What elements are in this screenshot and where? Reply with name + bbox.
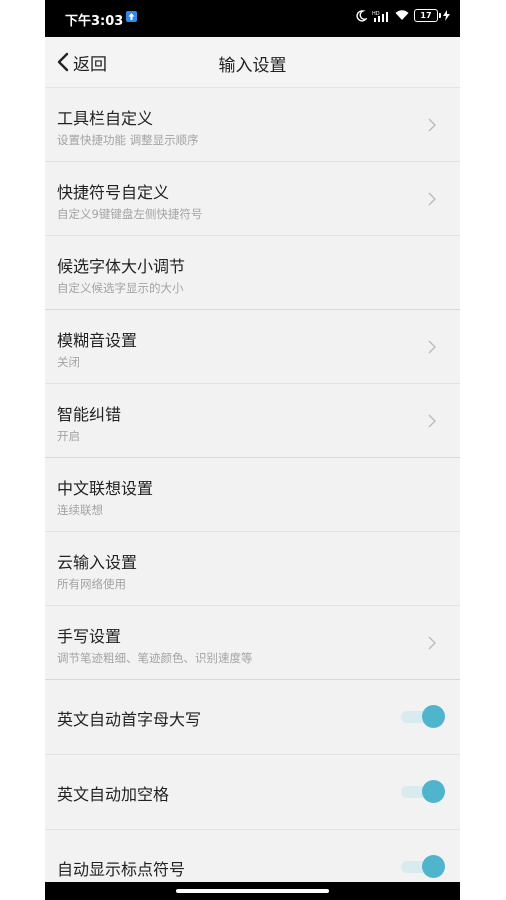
setting-title: 智能纠错 [57, 405, 122, 424]
setting-handwriting[interactable]: 手写设置 调节笔迹粗细、笔迹颜色、识别速度等 [45, 606, 460, 680]
home-indicator[interactable] [176, 889, 329, 893]
setting-subtitle: 设置快捷功能 调整显示顺序 [57, 133, 199, 147]
setting-shortcut-symbols[interactable]: 快捷符号自定义 自定义9键键盘左侧快捷符号 [45, 162, 460, 236]
setting-chinese-association[interactable]: 中文联想设置 连续联想 [45, 458, 460, 532]
back-label: 返回 [73, 54, 107, 75]
setting-title: 快捷符号自定义 [57, 183, 170, 202]
status-time: 下午3:03 [65, 14, 124, 29]
setting-subtitle: 关闭 [57, 355, 80, 369]
phone-screen: 下午3:03 HD 17 返回 输入设置 工具栏自定义 设置快捷功能 调整显示顺… [45, 0, 460, 900]
settings-list: 工具栏自定义 设置快捷功能 调整显示顺序 快捷符号自定义 自定义9键键盘左侧快捷… [45, 88, 460, 900]
setting-subtitle: 自定义9键键盘左侧快捷符号 [57, 207, 203, 221]
status-bar: 下午3:03 HD 17 [45, 0, 460, 37]
chevron-right-icon [428, 192, 436, 206]
back-button[interactable]: 返回 [57, 50, 107, 75]
page-title: 输入设置 [218, 56, 287, 76]
status-icons: HD 17 [356, 9, 450, 22]
auto-capitalize-toggle[interactable] [401, 705, 445, 729]
setting-title: 手写设置 [57, 627, 122, 646]
auto-punctuation-toggle[interactable] [401, 855, 445, 879]
setting-title: 工具栏自定义 [57, 109, 154, 128]
battery-icon: 17 [414, 9, 441, 22]
charging-icon [443, 10, 450, 21]
signal-icon: HD [372, 11, 388, 22]
toggle-knob [422, 855, 445, 878]
header-bar: 返回 输入设置 [45, 37, 460, 88]
setting-title: 云输入设置 [57, 553, 138, 572]
upload-notification-icon [126, 11, 137, 22]
toggle-knob [422, 780, 445, 803]
setting-subtitle: 调节笔迹粗细、笔迹颜色、识别速度等 [57, 651, 253, 665]
setting-title: 模糊音设置 [57, 331, 138, 350]
setting-smart-correction[interactable]: 智能纠错 开启 [45, 384, 460, 458]
auto-space-toggle[interactable] [401, 780, 445, 804]
setting-english-auto-space: 英文自动加空格 [45, 755, 460, 830]
chevron-right-icon [428, 340, 436, 354]
setting-toolbar-customize[interactable]: 工具栏自定义 设置快捷功能 调整显示顺序 [45, 88, 460, 162]
setting-subtitle: 所有网络使用 [57, 577, 126, 591]
setting-title: 中文联想设置 [57, 479, 154, 498]
setting-title: 英文自动加空格 [57, 785, 170, 804]
navigation-bar [45, 882, 460, 900]
setting-subtitle: 连续联想 [57, 503, 103, 517]
setting-title: 候选字体大小调节 [57, 257, 186, 276]
chevron-right-icon [428, 414, 436, 428]
setting-subtitle: 自定义候选字显示的大小 [57, 281, 184, 295]
chevron-right-icon [428, 118, 436, 132]
setting-english-auto-capitalize: 英文自动首字母大写 [45, 680, 460, 755]
setting-fuzzy-pinyin[interactable]: 模糊音设置 关闭 [45, 310, 460, 384]
toggle-knob [422, 705, 445, 728]
chevron-right-icon [428, 636, 436, 650]
setting-title: 英文自动首字母大写 [57, 710, 202, 729]
setting-candidate-font-size[interactable]: 候选字体大小调节 自定义候选字显示的大小 [45, 236, 460, 310]
battery-level: 17 [420, 11, 432, 20]
setting-title: 自动显示标点符号 [57, 860, 186, 879]
wifi-icon [395, 10, 409, 20]
moon-icon [356, 9, 367, 22]
chevron-left-icon [57, 52, 69, 72]
setting-subtitle: 开启 [57, 429, 80, 443]
setting-cloud-input[interactable]: 云输入设置 所有网络使用 [45, 532, 460, 606]
